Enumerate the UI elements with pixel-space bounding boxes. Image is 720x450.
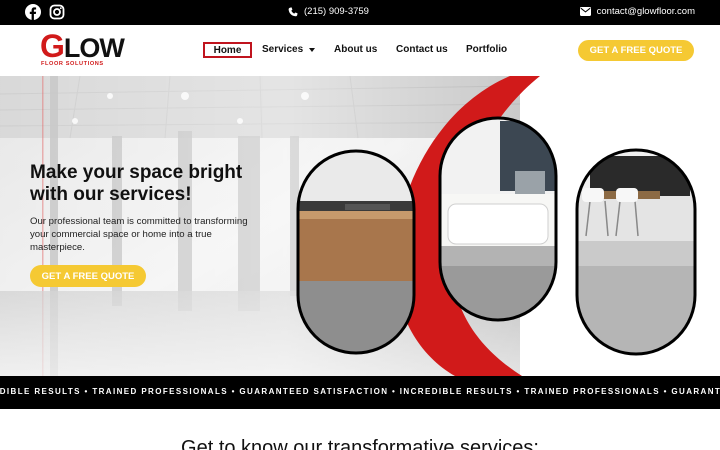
nav-about-label: About us (334, 44, 378, 55)
social-links (25, 4, 65, 21)
nav-services[interactable]: Services (262, 44, 316, 55)
hero-quote-button[interactable]: GET A FREE QUOTE (30, 265, 146, 287)
nav-contact-label: Contact us (396, 44, 448, 55)
envelope-icon (579, 7, 591, 16)
hero-description: Our professional team is committed to tr… (30, 216, 248, 253)
services-section-title: Get to know our transformative services: (181, 437, 539, 450)
top-bar: (215) 909-3759 contact@glowfloor.com (0, 0, 720, 25)
site-header: GLOW FLOOR SOLUTIONS Home Services About… (0, 25, 720, 76)
nav-portfolio-label: Portfolio (466, 44, 508, 55)
nav-services-label: Services (262, 44, 304, 55)
features-ticker: EDIBLE RESULTS • TRAINED PROFESSIONALS •… (0, 376, 720, 409)
interior-photo-1 (298, 151, 414, 353)
nav-home-label: Home (213, 44, 242, 56)
hero-title: Make your space bright with our services… (30, 162, 243, 205)
ticker-text: EDIBLE RESULTS • TRAINED PROFESSIONALS •… (0, 387, 720, 396)
phone-icon (288, 6, 298, 16)
phone-number[interactable]: (215) 909-3759 (304, 6, 369, 17)
logo-tagline: FLOOR SOLUTIONS (41, 61, 104, 67)
instagram-icon[interactable] (49, 4, 65, 20)
hero-section: Make your space bright with our services… (0, 76, 720, 376)
interior-photo-3 (577, 150, 695, 354)
nav-portfolio[interactable]: Portfolio (466, 44, 507, 55)
email-address[interactable]: contact@glowfloor.com (597, 6, 695, 17)
phone-contact[interactable]: (215) 909-3759 (288, 6, 369, 17)
header-quote-button[interactable]: GET A FREE QUOTE (578, 40, 694, 61)
interior-photo-2 (440, 118, 556, 320)
facebook-icon[interactable] (25, 4, 41, 21)
nav-contact[interactable]: Contact us (396, 44, 448, 55)
nav-home[interactable]: Home (203, 42, 252, 58)
nav-about[interactable]: About us (334, 44, 377, 55)
email-contact[interactable]: contact@glowfloor.com (579, 6, 695, 17)
caret-down-icon (309, 47, 316, 52)
